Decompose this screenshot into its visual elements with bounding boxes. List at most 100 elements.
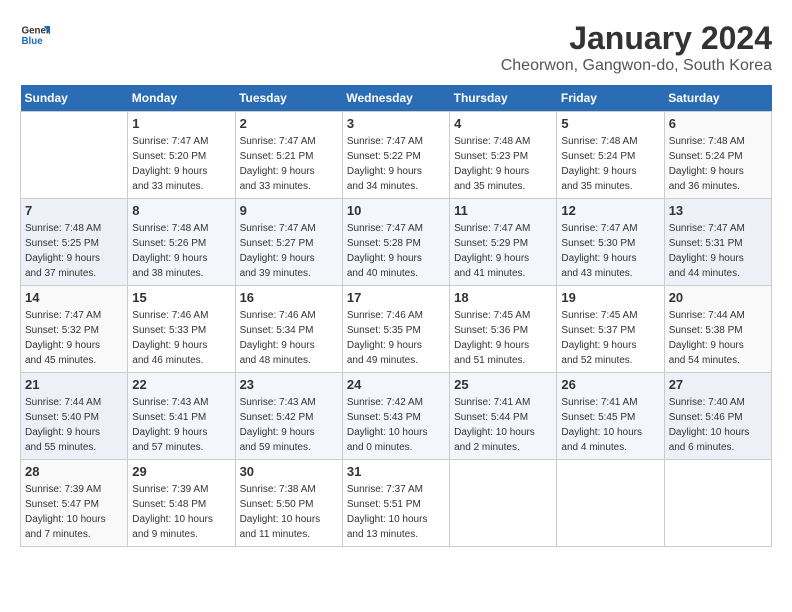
calendar-table: SundayMondayTuesdayWednesdayThursdayFrid… — [20, 85, 772, 547]
day-number: 13 — [669, 203, 767, 218]
calendar-cell — [557, 460, 664, 547]
calendar-cell: 13 Sunrise: 7:47 AMSunset: 5:31 PMDayligh… — [664, 199, 771, 286]
cell-info: Sunrise: 7:44 AMSunset: 5:38 PMDaylight:… — [669, 308, 767, 368]
cell-info: Sunrise: 7:47 AMSunset: 5:21 PMDaylight:… — [240, 134, 338, 194]
calendar-cell: 16Sunrise: 7:46 AMSunset: 5:34 PMDayligh… — [235, 286, 342, 373]
day-number: 6 — [669, 116, 767, 131]
cell-info: Sunrise: 7:39 AMSunset: 5:48 PMDaylight:… — [132, 482, 230, 542]
calendar-cell: 21 Sunrise: 7:44 AMSunset: 5:40 PMDayligh… — [21, 373, 128, 460]
cell-info: Sunrise: 7:48 AMSunset: 5:23 PMDaylight:… — [454, 134, 552, 194]
calendar-cell: 6 Sunrise: 7:48 AMSunset: 5:24 PMDaylight… — [664, 112, 771, 199]
week-row-2: 7 Sunrise: 7:48 AMSunset: 5:25 PMDaylight… — [21, 199, 772, 286]
week-row-1: 1Sunrise: 7:47 AMSunset: 5:20 PMDaylight… — [21, 112, 772, 199]
cell-info: Sunrise: 7:47 AMSunset: 5:28 PMDaylight:… — [347, 221, 445, 281]
day-header-wednesday: Wednesday — [342, 85, 449, 112]
calendar-cell: 10 Sunrise: 7:47 AMSunset: 5:28 PMDayligh… — [342, 199, 449, 286]
calendar-cell: 30Sunrise: 7:38 AMSunset: 5:50 PMDayligh… — [235, 460, 342, 547]
day-number: 7 — [25, 203, 123, 218]
calendar-cell: 12 Sunrise: 7:47 AMSunset: 5:30 PMDayligh… — [557, 199, 664, 286]
calendar-cell: 26 Sunrise: 7:41 AMSunset: 5:45 PMDayligh… — [557, 373, 664, 460]
calendar-cell: 22 Sunrise: 7:43 AMSunset: 5:41 PMDayligh… — [128, 373, 235, 460]
day-header-tuesday: Tuesday — [235, 85, 342, 112]
calendar-cell: 5 Sunrise: 7:48 AMSunset: 5:24 PMDaylight… — [557, 112, 664, 199]
month-title: January 2024 — [501, 20, 772, 57]
day-number: 22 — [132, 377, 230, 392]
day-number: 8 — [132, 203, 230, 218]
day-number: 4 — [454, 116, 552, 131]
day-number: 5 — [561, 116, 659, 131]
cell-info: Sunrise: 7:48 AMSunset: 5:24 PMDaylight:… — [561, 134, 659, 194]
day-header-saturday: Saturday — [664, 85, 771, 112]
cell-info: Sunrise: 7:47 AMSunset: 5:31 PMDaylight:… — [669, 221, 767, 281]
calendar-cell: 2Sunrise: 7:47 AMSunset: 5:21 PMDaylight… — [235, 112, 342, 199]
calendar-cell: 17 Sunrise: 7:46 AMSunset: 5:35 PMDayligh… — [342, 286, 449, 373]
cell-info: Sunrise: 7:47 AMSunset: 5:32 PMDaylight:… — [25, 308, 123, 368]
day-header-friday: Friday — [557, 85, 664, 112]
calendar-cell: 23Sunrise: 7:43 AMSunset: 5:42 PMDayligh… — [235, 373, 342, 460]
day-header-monday: Monday — [128, 85, 235, 112]
day-header-sunday: Sunday — [21, 85, 128, 112]
cell-info: Sunrise: 7:47 AMSunset: 5:27 PMDaylight:… — [240, 221, 338, 281]
calendar-cell — [450, 460, 557, 547]
cell-info: Sunrise: 7:41 AMSunset: 5:44 PMDaylight:… — [454, 395, 552, 455]
calendar-cell — [664, 460, 771, 547]
day-number: 18 — [454, 290, 552, 305]
cell-info: Sunrise: 7:47 AMSunset: 5:29 PMDaylight:… — [454, 221, 552, 281]
calendar-cell: 27Sunrise: 7:40 AMSunset: 5:46 PMDayligh… — [664, 373, 771, 460]
day-number: 27 — [669, 377, 767, 392]
cell-info: Sunrise: 7:47 AMSunset: 5:20 PMDaylight:… — [132, 134, 230, 194]
calendar-cell: 24Sunrise: 7:42 AMSunset: 5:43 PMDayligh… — [342, 373, 449, 460]
day-number: 28 — [25, 464, 123, 479]
day-number: 12 — [561, 203, 659, 218]
day-number: 17 — [347, 290, 445, 305]
day-number: 24 — [347, 377, 445, 392]
cell-info: Sunrise: 7:47 AMSunset: 5:30 PMDaylight:… — [561, 221, 659, 281]
svg-text:Blue: Blue — [22, 36, 44, 47]
week-row-3: 14 Sunrise: 7:47 AMSunset: 5:32 PMDayligh… — [21, 286, 772, 373]
day-number: 21 — [25, 377, 123, 392]
day-number: 9 — [240, 203, 338, 218]
header-row: SundayMondayTuesdayWednesdayThursdayFrid… — [21, 85, 772, 112]
cell-info: Sunrise: 7:37 AMSunset: 5:51 PMDaylight:… — [347, 482, 445, 542]
calendar-cell: 25Sunrise: 7:41 AMSunset: 5:44 PMDayligh… — [450, 373, 557, 460]
calendar-cell: 4 Sunrise: 7:48 AMSunset: 5:23 PMDaylight… — [450, 112, 557, 199]
calendar-cell: 29 Sunrise: 7:39 AMSunset: 5:48 PMDayligh… — [128, 460, 235, 547]
title-block: January 2024 Cheorwon, Gangwon-do, South… — [501, 20, 772, 75]
cell-info: Sunrise: 7:48 AMSunset: 5:24 PMDaylight:… — [669, 134, 767, 194]
day-number: 26 — [561, 377, 659, 392]
day-number: 29 — [132, 464, 230, 479]
day-number: 14 — [25, 290, 123, 305]
calendar-cell: 7 Sunrise: 7:48 AMSunset: 5:25 PMDaylight… — [21, 199, 128, 286]
cell-info: Sunrise: 7:44 AMSunset: 5:40 PMDaylight:… — [25, 395, 123, 455]
calendar-cell: 28 Sunrise: 7:39 AMSunset: 5:47 PMDayligh… — [21, 460, 128, 547]
calendar-cell: 1Sunrise: 7:47 AMSunset: 5:20 PMDaylight… — [128, 112, 235, 199]
cell-info: Sunrise: 7:43 AMSunset: 5:41 PMDaylight:… — [132, 395, 230, 455]
day-number: 16 — [240, 290, 338, 305]
logo: General Blue — [20, 20, 50, 50]
cell-info: Sunrise: 7:46 AMSunset: 5:35 PMDaylight:… — [347, 308, 445, 368]
cell-info: Sunrise: 7:45 AMSunset: 5:36 PMDaylight:… — [454, 308, 552, 368]
calendar-cell: 19Sunrise: 7:45 AMSunset: 5:37 PMDayligh… — [557, 286, 664, 373]
calendar-cell: 14 Sunrise: 7:47 AMSunset: 5:32 PMDayligh… — [21, 286, 128, 373]
cell-info: Sunrise: 7:48 AMSunset: 5:25 PMDaylight:… — [25, 221, 123, 281]
calendar-cell: 3Sunrise: 7:47 AMSunset: 5:22 PMDaylight… — [342, 112, 449, 199]
logo-icon: General Blue — [20, 20, 50, 50]
day-number: 3 — [347, 116, 445, 131]
cell-info: Sunrise: 7:41 AMSunset: 5:45 PMDaylight:… — [561, 395, 659, 455]
day-number: 30 — [240, 464, 338, 479]
calendar-cell: 15 Sunrise: 7:46 AMSunset: 5:33 PMDayligh… — [128, 286, 235, 373]
calendar-cell: 31 Sunrise: 7:37 AMSunset: 5:51 PMDayligh… — [342, 460, 449, 547]
day-number: 15 — [132, 290, 230, 305]
day-number: 20 — [669, 290, 767, 305]
week-row-4: 21 Sunrise: 7:44 AMSunset: 5:40 PMDayligh… — [21, 373, 772, 460]
cell-info: Sunrise: 7:39 AMSunset: 5:47 PMDaylight:… — [25, 482, 123, 542]
location-subtitle: Cheorwon, Gangwon-do, South Korea — [501, 57, 772, 75]
calendar-cell: 11 Sunrise: 7:47 AMSunset: 5:29 PMDayligh… — [450, 199, 557, 286]
cell-info: Sunrise: 7:46 AMSunset: 5:33 PMDaylight:… — [132, 308, 230, 368]
day-number: 31 — [347, 464, 445, 479]
day-number: 11 — [454, 203, 552, 218]
day-header-thursday: Thursday — [450, 85, 557, 112]
calendar-cell: 9 Sunrise: 7:47 AMSunset: 5:27 PMDaylight… — [235, 199, 342, 286]
day-number: 10 — [347, 203, 445, 218]
week-row-5: 28 Sunrise: 7:39 AMSunset: 5:47 PMDayligh… — [21, 460, 772, 547]
